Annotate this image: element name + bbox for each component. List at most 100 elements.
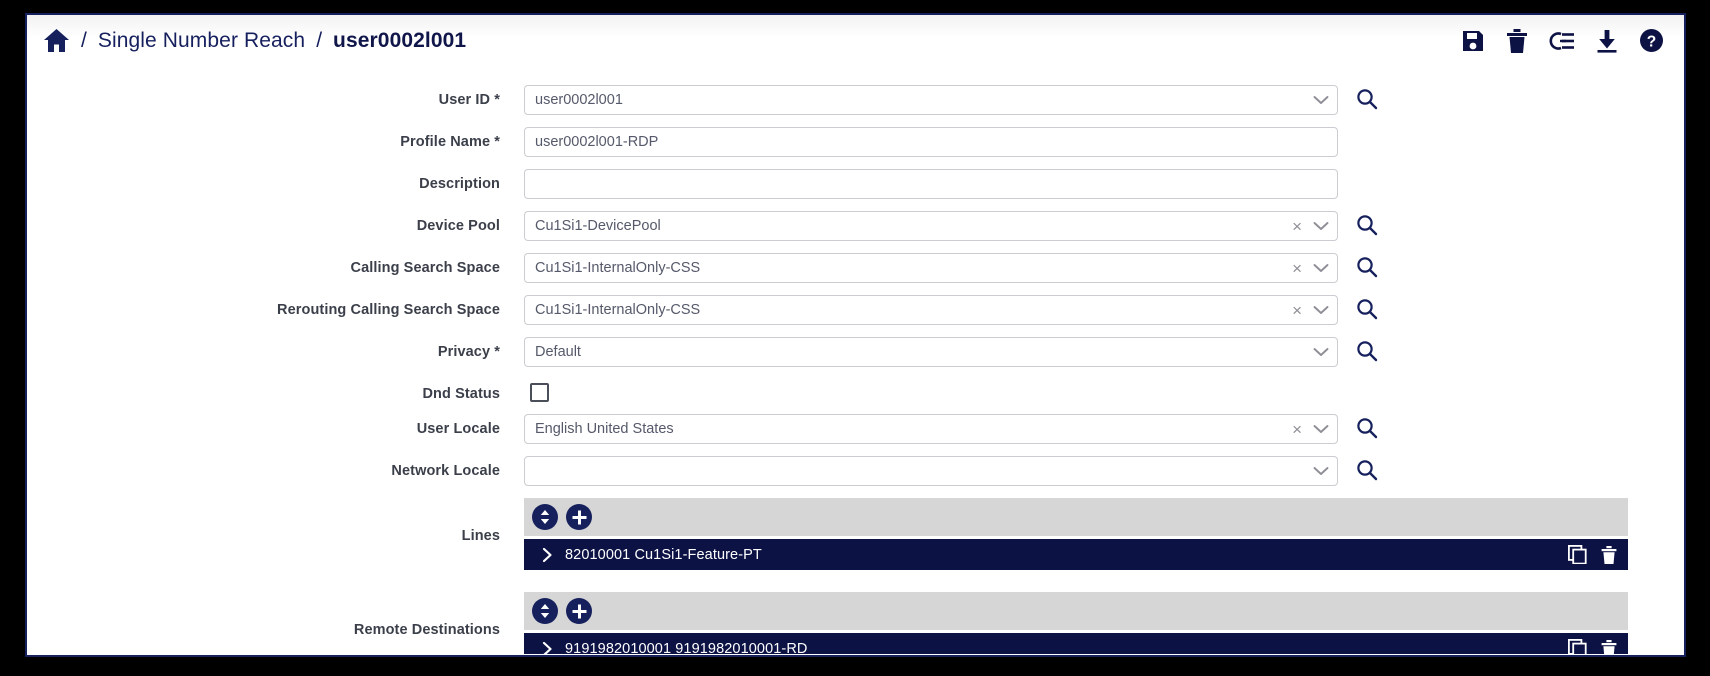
collection-section: Remote Destinations 9191982010001 9191982… xyxy=(27,592,1684,654)
field-control: Cu1Si1-InternalOnly-CSS × xyxy=(524,295,1684,325)
field-adornments: × xyxy=(1286,218,1329,235)
field-control xyxy=(524,379,1684,402)
form-row: Rerouting Calling Search Space Cu1Si1-Int… xyxy=(27,295,1684,325)
help-icon[interactable]: ? xyxy=(1639,28,1664,53)
field-label: Network Locale xyxy=(391,463,500,479)
action-list-icon[interactable] xyxy=(1549,30,1575,52)
field-adornments xyxy=(1307,466,1329,476)
search-icon[interactable] xyxy=(1356,88,1378,110)
chevron-right-icon[interactable] xyxy=(542,641,553,654)
download-icon[interactable] xyxy=(1596,29,1618,53)
search-icon[interactable] xyxy=(1356,417,1378,439)
field-control: English United States × xyxy=(524,414,1684,444)
copy-icon[interactable] xyxy=(1567,638,1587,654)
collection-control: 9191982010001 9191982010001-RD xyxy=(524,592,1684,654)
collection-item-actions xyxy=(1567,544,1617,565)
breadcrumb-separator-2: / xyxy=(316,29,323,52)
clear-icon[interactable]: × xyxy=(1292,218,1302,235)
chevron-down-icon[interactable] xyxy=(1313,305,1329,315)
field-control: Cu1Si1-DevicePool × xyxy=(524,211,1684,241)
chevron-down-icon[interactable] xyxy=(1313,95,1329,105)
chevron-down-icon[interactable] xyxy=(1313,263,1329,273)
reorder-button[interactable] xyxy=(532,504,558,530)
updown-arrows-icon xyxy=(538,509,552,525)
field-control xyxy=(524,456,1684,486)
breadcrumb-current: user0002l001 xyxy=(333,28,467,52)
reorder-button[interactable] xyxy=(532,598,558,624)
field-input[interactable]: English United States × xyxy=(524,414,1338,444)
field-value: Cu1Si1-InternalOnly-CSS xyxy=(535,302,701,318)
field-input[interactable]: Default xyxy=(524,337,1338,367)
field-control: user0002l001 xyxy=(524,85,1684,115)
collection-toolbar xyxy=(524,498,1628,536)
plus-icon xyxy=(572,510,587,525)
collection-label: Lines xyxy=(461,528,500,544)
search-icon[interactable] xyxy=(1356,340,1378,362)
home-icon[interactable] xyxy=(43,28,70,53)
breadcrumb: / Single Number Reach / user0002l001 xyxy=(43,28,1461,53)
field-value: Cu1Si1-DevicePool xyxy=(535,218,661,234)
form-row: Privacy * Default xyxy=(27,337,1684,367)
field-adornments xyxy=(1307,347,1329,357)
chevron-down-icon[interactable] xyxy=(1313,347,1329,357)
field-input[interactable] xyxy=(524,169,1338,199)
breadcrumb-separator-1: / xyxy=(81,29,87,52)
collection-item-actions xyxy=(1567,638,1617,654)
field-input[interactable]: Cu1Si1-InternalOnly-CSS × xyxy=(524,295,1338,325)
dnd-status-checkbox[interactable] xyxy=(530,383,549,402)
field-adornments: × xyxy=(1286,260,1329,277)
collection-item-row[interactable]: 9191982010001 9191982010001-RD xyxy=(524,633,1628,654)
field-control: Cu1Si1-InternalOnly-CSS × xyxy=(524,253,1684,283)
field-input[interactable]: user0002l001-RDP xyxy=(524,127,1338,157)
chevron-right-icon[interactable] xyxy=(542,547,553,563)
field-control xyxy=(524,169,1684,199)
delete-icon[interactable] xyxy=(1506,28,1528,53)
field-input[interactable]: Cu1Si1-DevicePool × xyxy=(524,211,1338,241)
collection-label: Remote Destinations xyxy=(353,622,500,638)
add-button[interactable] xyxy=(566,504,592,530)
field-value: user0002l001-RDP xyxy=(535,134,659,150)
field-value: Cu1Si1-InternalOnly-CSS xyxy=(535,260,701,276)
clear-icon[interactable]: × xyxy=(1292,421,1302,438)
save-icon[interactable] xyxy=(1461,29,1485,53)
breadcrumb-header: / Single Number Reach / user0002l001 ? xyxy=(27,15,1684,74)
clear-icon[interactable]: × xyxy=(1292,302,1302,319)
field-label: Rerouting Calling Search Space xyxy=(277,302,500,318)
field-adornments: × xyxy=(1286,302,1329,319)
plus-icon xyxy=(572,604,587,619)
copy-icon[interactable] xyxy=(1567,544,1587,565)
collection-item-row[interactable]: 82010001 Cu1Si1-Feature-PT xyxy=(524,539,1628,570)
form-row-dnd-status: Dnd Status xyxy=(27,379,1684,402)
form-row: Description xyxy=(27,169,1684,199)
delete-icon[interactable] xyxy=(1601,545,1617,564)
field-label: Dnd Status xyxy=(422,386,500,402)
search-icon[interactable] xyxy=(1356,459,1378,481)
search-icon[interactable] xyxy=(1356,214,1378,236)
field-adornments: × xyxy=(1286,421,1329,438)
field-control: user0002l001-RDP xyxy=(524,127,1684,157)
field-input[interactable]: user0002l001 xyxy=(524,85,1338,115)
form-row: Calling Search Space Cu1Si1-InternalOnly-… xyxy=(27,253,1684,283)
field-input[interactable]: Cu1Si1-InternalOnly-CSS × xyxy=(524,253,1338,283)
add-button[interactable] xyxy=(566,598,592,624)
field-label: Description xyxy=(419,176,500,192)
form-row: Network Locale xyxy=(27,456,1684,486)
clear-icon[interactable]: × xyxy=(1292,260,1302,277)
breadcrumb-parent-link[interactable]: Single Number Reach xyxy=(98,29,305,53)
field-label: User ID * xyxy=(438,92,500,108)
form-row: Profile Name * user0002l001-RDP xyxy=(27,127,1684,157)
chevron-down-icon[interactable] xyxy=(1313,466,1329,476)
collection-toolbar xyxy=(524,592,1628,630)
search-icon[interactable] xyxy=(1356,298,1378,320)
application-window: / Single Number Reach / user0002l001 ? U… xyxy=(25,13,1686,657)
chevron-down-icon[interactable] xyxy=(1313,424,1329,434)
field-value: English United States xyxy=(535,421,674,437)
collection-item-label: 82010001 Cu1Si1-Feature-PT xyxy=(565,546,762,563)
collection: 9191982010001 9191982010001-RD xyxy=(524,592,1628,654)
delete-icon[interactable] xyxy=(1601,639,1617,654)
field-control: Default xyxy=(524,337,1684,367)
field-input[interactable] xyxy=(524,456,1338,486)
search-icon[interactable] xyxy=(1356,256,1378,278)
chevron-down-icon[interactable] xyxy=(1313,221,1329,231)
collection-item-label: 9191982010001 9191982010001-RD xyxy=(565,640,808,655)
